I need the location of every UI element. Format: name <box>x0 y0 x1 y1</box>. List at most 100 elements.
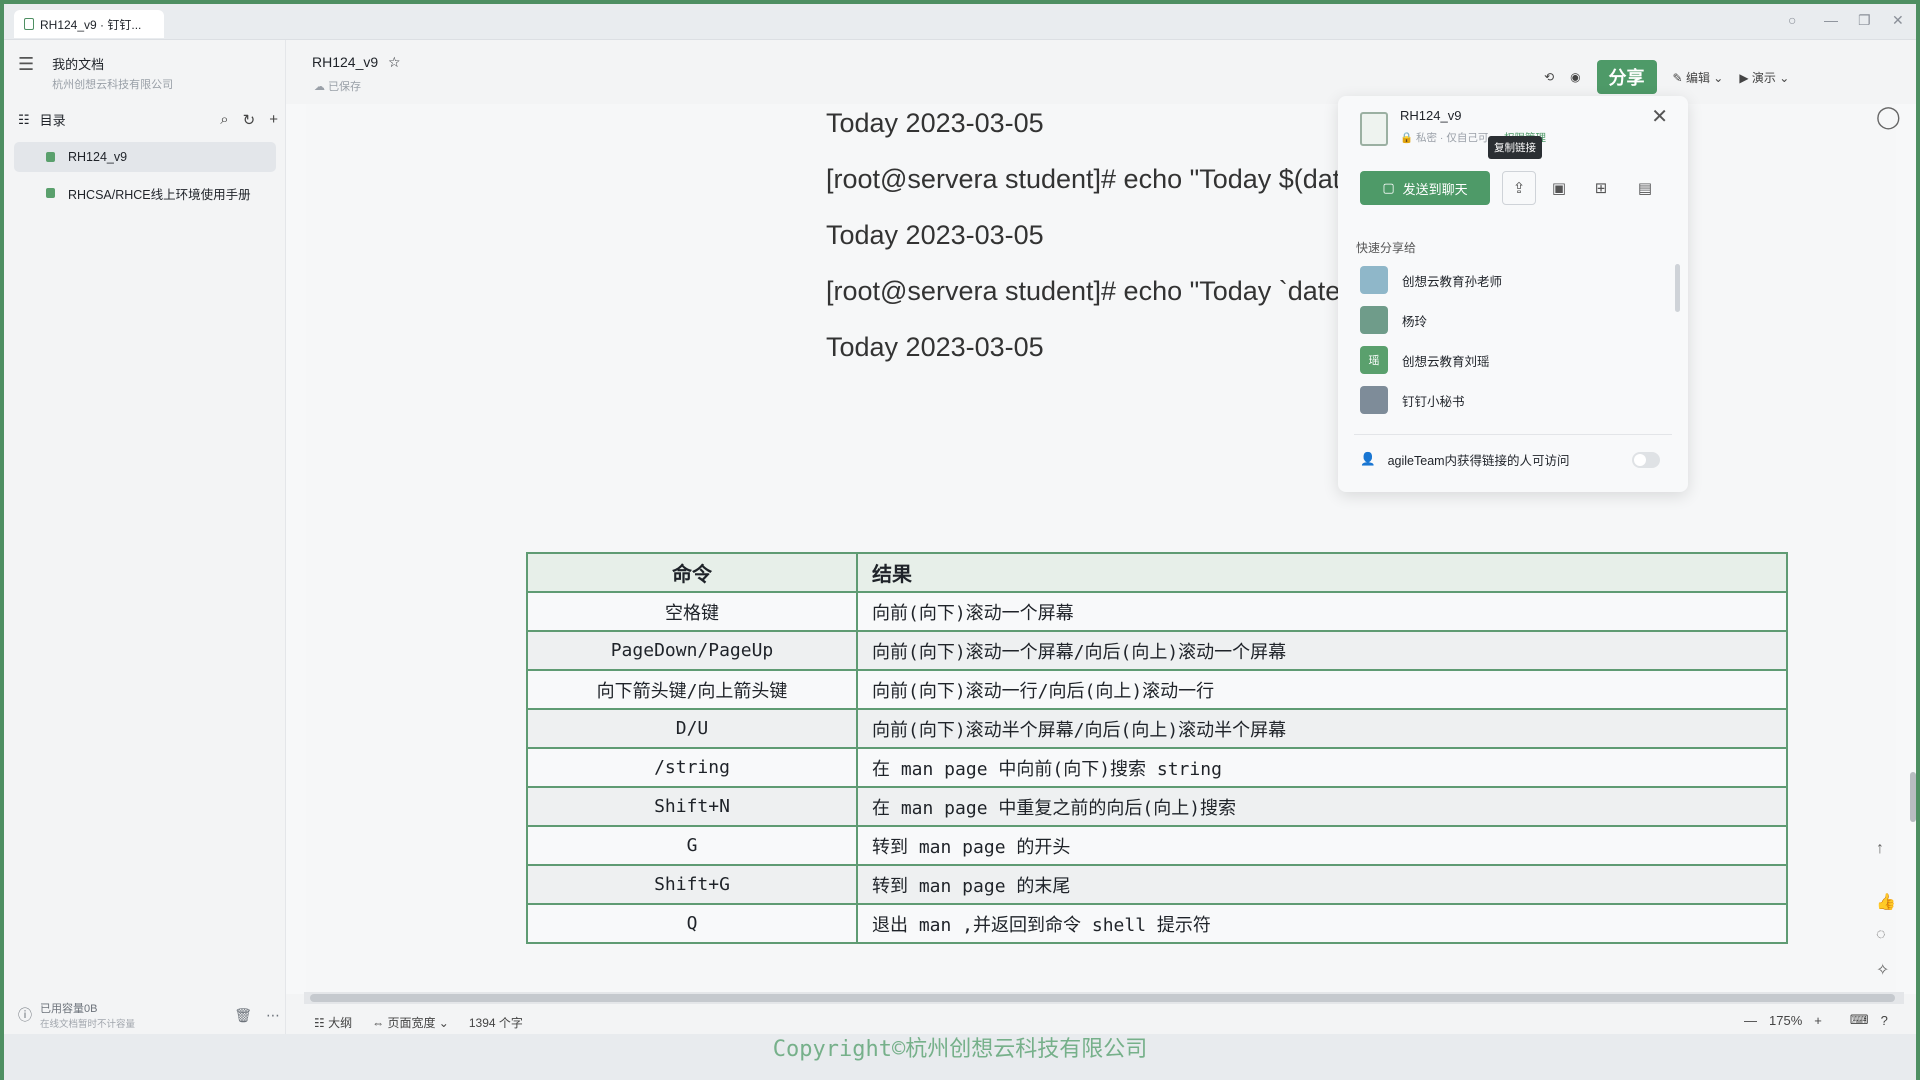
command-cell: D/U <box>526 708 858 749</box>
history-icon[interactable]: ⟲ <box>1544 70 1554 84</box>
more-icon[interactable]: ⋯ <box>266 1007 280 1024</box>
contact-item[interactable]: 杨玲 <box>1360 306 1427 334</box>
doc-title[interactable]: RH124_v9 ☆ <box>312 54 401 71</box>
access-toggle[interactable] <box>1632 451 1660 468</box>
menu-icon[interactable]: ☰ <box>18 54 34 92</box>
restore-icon[interactable]: ❐ <box>1858 12 1871 29</box>
contact-item[interactable]: 瑶 创想云教育刘瑶 <box>1360 346 1490 374</box>
collab-icon[interactable]: ◉ <box>1570 70 1580 84</box>
keyboard-icon[interactable]: ⌨ <box>1850 1012 1869 1028</box>
workspace-header: ☰ 我的文档 杭州创想云科技有限公司 <box>18 54 173 92</box>
contact-item[interactable]: 创想云教育孙老师 <box>1360 266 1502 294</box>
doc-line: Today 2023-03-05 <box>826 220 1044 250</box>
like-icon[interactable]: 👍 <box>1876 892 1896 912</box>
reply-icon[interactable]: ◌ <box>1876 926 1886 944</box>
help-icon[interactable]: ? <box>1881 1013 1888 1028</box>
table-row: 空格键 向前(向下)滚动一个屏幕 <box>526 591 1788 632</box>
send-to-chat-button[interactable]: ▢ 发送到聊天 <box>1360 171 1490 205</box>
zoom-out-icon[interactable]: — <box>1744 1013 1757 1028</box>
vertical-scrollbar[interactable] <box>1910 772 1916 822</box>
result-cell: 退出 man ,并返回到命令 shell 提示符 <box>856 903 1788 944</box>
contact-item[interactable]: 钉钉小秘书 <box>1360 386 1465 414</box>
command-cell: G <box>526 825 858 866</box>
copy-link-button[interactable]: ⇪ <box>1502 171 1536 205</box>
access-text: agileTeam内获得链接的人可访问 <box>1387 454 1570 468</box>
link-access-setting: 👤 agileTeam内获得链接的人可访问 <box>1360 450 1660 469</box>
doc-icon <box>46 188 55 198</box>
copyright-watermark: Copyright©杭州创想云科技有限公司 <box>772 1037 1148 1062</box>
table-row: Q 退出 man ,并返回到命令 shell 提示符 <box>526 903 1788 944</box>
toc-label: 目录 <box>39 113 66 128</box>
search-icon[interactable]: ⌕ <box>220 111 228 129</box>
image-icon: ▣ <box>1551 180 1567 197</box>
column-header: 命令 <box>526 552 858 593</box>
result-cell: 向前(向下)滚动一行/向后(向上)滚动一行 <box>856 669 1788 710</box>
avatar <box>1360 306 1388 334</box>
refresh-icon[interactable]: ↻ <box>243 111 256 129</box>
contact-name: 创想云教育刘瑶 <box>1402 354 1490 369</box>
popup-divider <box>1354 434 1672 435</box>
table-header-row: 命令 结果 <box>526 552 1788 593</box>
toc-icon: ☷ <box>18 111 30 127</box>
table-row: /string 在 man page 中向前(向下)搜索 string <box>526 747 1788 788</box>
close-window-icon[interactable]: ✕ <box>1892 12 1904 29</box>
assistant-icon[interactable]: ✧ <box>1876 960 1889 980</box>
browser-tab[interactable]: RH124_v9 · 钉钉... <box>14 10 164 38</box>
chat-icon: ▢ <box>1382 180 1395 195</box>
outline-button[interactable]: ☷ 大纲 <box>314 1014 352 1031</box>
popup-scrollbar[interactable] <box>1675 264 1680 312</box>
doc-line: Today 2023-03-05 <box>826 108 1044 138</box>
result-cell: 向前(向下)滚动一个屏幕/向后(向上)滚动一个屏幕 <box>856 630 1788 671</box>
toc-header: ☷ 目录 ⌕ ↻ + <box>18 110 278 129</box>
qr-code-button[interactable]: ⊞ <box>1584 171 1618 205</box>
edit-button[interactable]: ✎ 编辑 ⌄ <box>1673 69 1724 86</box>
command-cell: Q <box>526 903 858 944</box>
page-width-button[interactable]: ⇔ 页面宽度 ⌄ <box>372 1014 449 1031</box>
add-icon[interactable]: + <box>269 111 278 129</box>
table-row: G 转到 man page 的开头 <box>526 825 1788 866</box>
doc-line: Today 2023-03-05 <box>826 332 1044 362</box>
calendar-button[interactable]: ▤ <box>1628 171 1662 205</box>
settings-icon[interactable]: ○ <box>1788 12 1796 28</box>
result-cell: 转到 man page 的开头 <box>856 825 1788 866</box>
contact-name: 杨玲 <box>1402 314 1428 329</box>
present-button[interactable]: ▶ 演示 ⌄ <box>1739 69 1789 86</box>
title-bar: RH124_v9 · 钉钉... ○ — ❐ ✕ <box>4 4 1916 40</box>
star-icon[interactable]: ☆ <box>388 54 401 70</box>
link-icon: ⇪ <box>1512 180 1526 197</box>
zoom-level[interactable]: 175% <box>1769 1013 1802 1028</box>
comment-icon[interactable]: ◯ <box>1876 104 1901 130</box>
scroll-top-icon[interactable]: ↑ <box>1876 840 1884 858</box>
table-row: D/U 向前(向下)滚动半个屏幕/向后(向上)滚动半个屏幕 <box>526 708 1788 749</box>
sidebar-item-rhcsa-manual[interactable]: RHCSA/RHCE线上环境使用手册 <box>14 178 276 208</box>
scroll-thumb[interactable] <box>310 994 1895 1002</box>
zoom-in-icon[interactable]: + <box>1814 1013 1822 1028</box>
table-row: Shift+N 在 man page 中重复之前的向后(向上)搜索 <box>526 786 1788 827</box>
people-icon: 👤 <box>1360 452 1376 466</box>
lock-icon: 🔒 <box>1400 132 1414 144</box>
avatar <box>1360 266 1388 294</box>
doc-icon <box>46 152 55 162</box>
horizontal-scrollbar[interactable] <box>304 992 1904 1004</box>
share-button[interactable]: 分享 <box>1596 60 1657 94</box>
qr-code-icon: ⊞ <box>1594 180 1608 197</box>
avatar <box>1360 386 1388 414</box>
trash-icon[interactable]: 🗑 <box>234 1007 252 1024</box>
sidebar-item-label: RH124_v9 <box>68 150 128 164</box>
sidebar-item-rh124[interactable]: RH124_v9 <box>14 142 276 172</box>
info-icon: ⓘ <box>18 1007 32 1023</box>
man-commands-table: 命令 结果 空格键 向前(向下)滚动一个屏幕 PageDown/PageUp 向前(… <box>526 552 1788 944</box>
avatar: 瑶 <box>1360 346 1388 374</box>
contact-name: 创想云教育孙老师 <box>1402 274 1503 289</box>
result-cell: 向前(向下)滚动一个屏幕 <box>856 591 1788 632</box>
share-image-button[interactable]: ▣ <box>1542 171 1576 205</box>
minimize-icon[interactable]: — <box>1824 12 1838 28</box>
word-count: 1394 个字 <box>468 1016 523 1030</box>
workspace-title[interactable]: 我的文档 <box>52 54 173 73</box>
share-popup: RH124_v9 🔒 私密 · 仅自己可... 权限管理 ✕ 复制链接 ▢ 发送… <box>1338 96 1688 492</box>
doc-line: [root@servera student]# echo "Today `dat… <box>826 276 1423 306</box>
app-window: RH124_v9 · 钉钉... ○ — ❐ ✕ ☰ 我的文档 杭州创想云科技有… <box>0 0 1920 1080</box>
close-icon[interactable]: ✕ <box>1651 104 1668 129</box>
result-cell: 转到 man page 的末尾 <box>856 864 1788 905</box>
result-cell: 在 man page 中向前(向下)搜索 string <box>856 747 1788 788</box>
